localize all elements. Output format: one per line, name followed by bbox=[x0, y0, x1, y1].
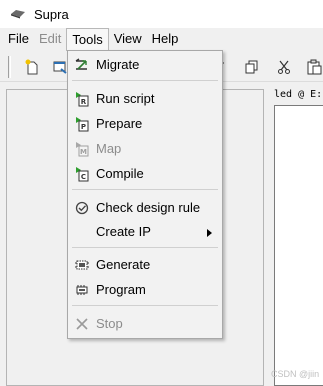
menu-item-run-script[interactable]: R Run script bbox=[68, 87, 222, 111]
menu-item-prepare[interactable]: P Prepare bbox=[68, 112, 222, 136]
menu-item-stop[interactable]: Stop bbox=[68, 312, 222, 336]
menu-item-migrate[interactable]: Migrate bbox=[68, 53, 222, 77]
menu-separator bbox=[72, 305, 218, 306]
migrate-icon bbox=[75, 58, 87, 70]
menu-separator bbox=[72, 80, 218, 81]
app-logo-icon bbox=[11, 10, 25, 19]
map-icon: M bbox=[76, 142, 89, 157]
menu-help[interactable]: Help bbox=[147, 28, 184, 50]
stop-icon bbox=[76, 318, 88, 330]
menu-item-generate[interactable]: Generate bbox=[68, 253, 222, 277]
menu-separator bbox=[72, 189, 218, 190]
editor-area[interactable] bbox=[274, 105, 323, 386]
program-icon bbox=[76, 285, 88, 295]
new-file-icon[interactable] bbox=[24, 59, 40, 75]
run-script-icon: R bbox=[76, 92, 89, 107]
svg-text:C: C bbox=[81, 173, 86, 181]
submenu-arrow-icon bbox=[207, 229, 212, 237]
editor-path-label: led @ E: bbox=[274, 89, 323, 100]
menu-item-check-design-rule[interactable]: Check design rule bbox=[68, 196, 222, 220]
svg-text:P: P bbox=[81, 123, 86, 131]
menu-item-map[interactable]: M Map bbox=[68, 137, 222, 161]
menu-file[interactable]: File bbox=[0, 28, 34, 50]
editor-panel: led @ E: bbox=[270, 87, 323, 386]
title-bar: Supra bbox=[0, 0, 323, 28]
tools-menu-dropdown: Migrate R Run script P Prepare M Map C C… bbox=[67, 50, 223, 339]
menu-item-compile[interactable]: C Compile bbox=[68, 162, 222, 186]
cut-icon[interactable] bbox=[276, 59, 292, 75]
menu-item-program[interactable]: Program bbox=[68, 278, 222, 302]
check-icon bbox=[75, 201, 89, 215]
svg-text:R: R bbox=[81, 98, 87, 106]
menu-tools[interactable]: Tools bbox=[66, 27, 109, 51]
menu-bar: File Edit Tools View Help bbox=[0, 27, 323, 51]
generate-icon bbox=[75, 260, 89, 270]
menu-item-create-ip[interactable]: Create IP bbox=[68, 220, 222, 244]
prepare-icon: P bbox=[76, 117, 89, 132]
menu-separator bbox=[72, 247, 218, 248]
menu-view[interactable]: View bbox=[109, 28, 147, 50]
svg-text:M: M bbox=[80, 148, 87, 156]
watermark: CSDN @jiin bbox=[271, 369, 320, 379]
copy-icon[interactable] bbox=[244, 59, 260, 75]
menu-edit[interactable]: Edit bbox=[34, 28, 66, 50]
compile-icon: C bbox=[76, 167, 89, 182]
open-project-icon[interactable] bbox=[52, 59, 68, 75]
toolbar-grip[interactable] bbox=[8, 56, 11, 78]
clipboard-icon[interactable] bbox=[306, 59, 322, 75]
window-title: Supra bbox=[34, 6, 69, 22]
